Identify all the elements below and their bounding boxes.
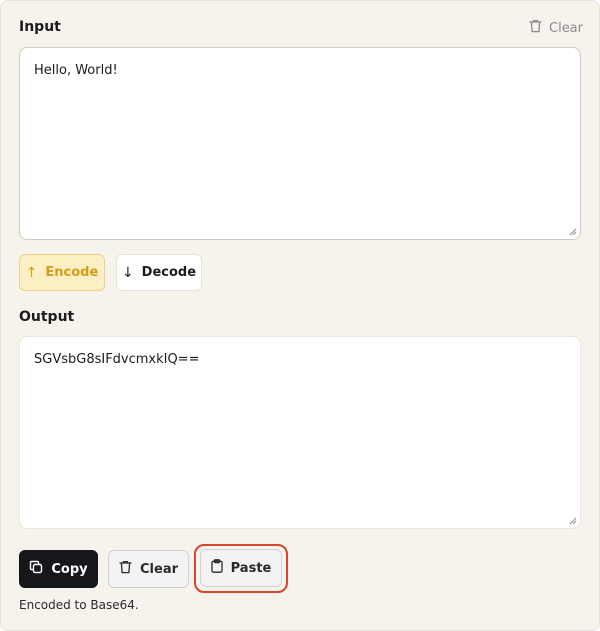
encode-label: Encode [45,265,99,280]
paste-button[interactable]: Paste [200,549,282,587]
copy-label: Copy [51,561,88,577]
copy-button[interactable]: Copy [19,550,98,588]
output-textarea[interactable]: SGVsbG8sIFdvcmxkIQ== [19,336,581,529]
input-clear-label: Clear [549,20,583,36]
input-label: Input [19,19,61,35]
clipboard-icon [210,559,223,577]
output-clear-button[interactable]: Clear [108,550,189,588]
output-text: SGVsbG8sIFdvcmxkIQ== [34,352,200,367]
arrow-up-icon: ↑ [25,264,38,281]
status-message: Encoded to Base64. [19,598,139,612]
resize-grip-icon[interactable] [569,228,577,236]
input-clear-button[interactable]: Clear [529,19,583,37]
trash-icon [119,560,132,578]
decode-button[interactable]: ↓ Decode [116,254,202,291]
decode-label: Decode [141,265,197,280]
paste-label: Paste [230,560,272,576]
trash-icon [529,19,542,37]
output-clear-label: Clear [140,561,178,577]
base64-tool-panel: Input Clear Hello, World! ↑ Encode ↓ Dec… [0,0,600,631]
input-text: Hello, World! [34,63,118,78]
copy-icon [29,560,43,578]
input-textarea[interactable]: Hello, World! [19,47,581,240]
output-label: Output [19,309,75,325]
arrow-down-icon: ↓ [121,264,134,281]
encode-button[interactable]: ↑ Encode [19,254,105,291]
resize-grip-icon[interactable] [569,517,577,525]
